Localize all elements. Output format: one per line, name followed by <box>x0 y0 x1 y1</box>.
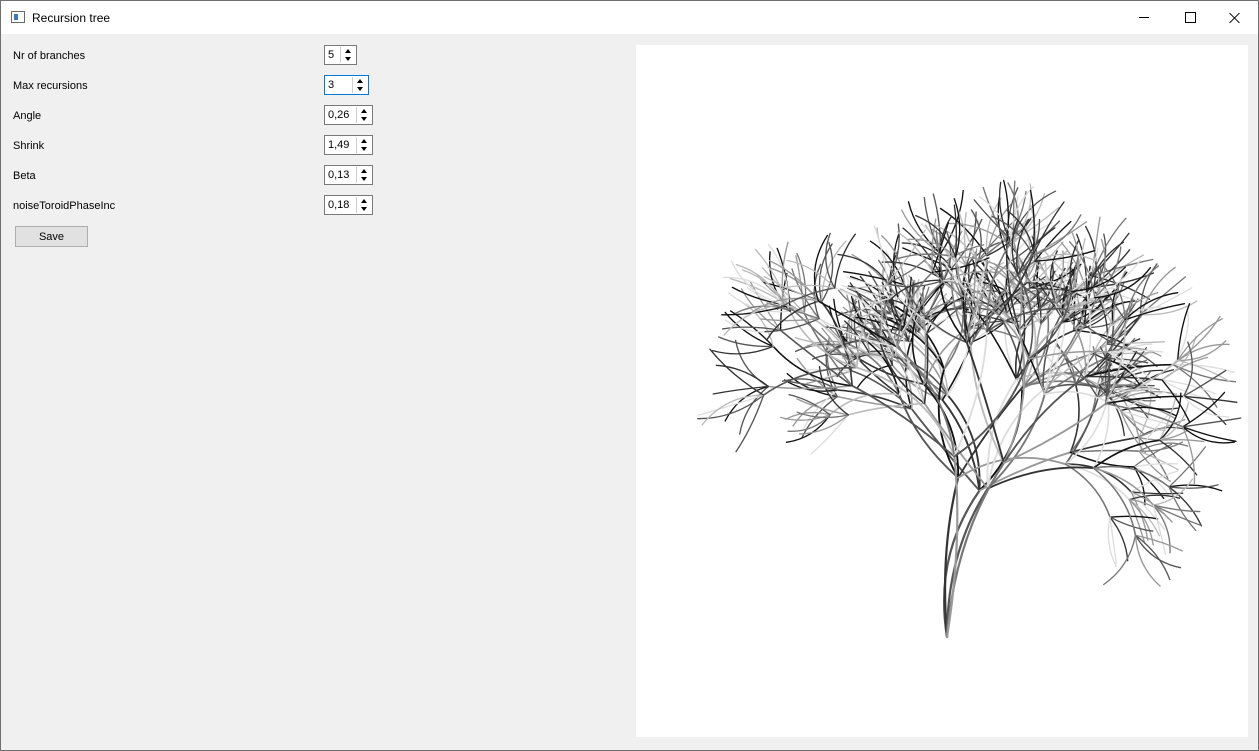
spin-up-button[interactable] <box>357 137 371 145</box>
tree-branch <box>729 278 789 307</box>
tree-branch <box>1138 442 1189 452</box>
arrow-up-icon <box>361 169 367 173</box>
spin-buttons <box>356 197 371 213</box>
spin-up-button[interactable] <box>357 107 371 115</box>
noise-toroid-phase-inc-value[interactable]: 0,18 <box>328 199 349 212</box>
tree-branch <box>810 414 849 455</box>
tree-branch <box>965 341 1005 464</box>
tree-branch <box>739 385 769 435</box>
tree-branch <box>767 384 853 390</box>
label-noise-toroid-phase-inc: noiseToroidPhaseInc <box>13 200 116 212</box>
nr-of-branches-value[interactable]: 5 <box>328 49 334 62</box>
tree-branch <box>1177 318 1223 362</box>
recursion-tree-drawing <box>697 179 1242 639</box>
label-max-recursions: Max recursions <box>13 80 88 92</box>
spin-buttons <box>356 107 371 123</box>
tree-branch <box>820 240 847 303</box>
spin-buttons <box>356 167 371 183</box>
tree-branch <box>715 364 769 388</box>
angle-value[interactable]: 0,26 <box>328 109 349 122</box>
tree-branch <box>1119 409 1166 432</box>
tree-branch <box>760 317 820 322</box>
label-nr-of-branches: Nr of branches <box>13 50 86 62</box>
shrink-spinbox[interactable]: 1,49 <box>324 135 373 155</box>
tree-branch <box>958 210 979 262</box>
angle-spinbox[interactable]: 0,26 <box>324 105 373 125</box>
nr-of-branches-spinbox[interactable]: 5 <box>324 45 357 65</box>
spin-buttons <box>340 47 355 63</box>
tree-branch <box>1105 395 1185 405</box>
tree-branch <box>1032 201 1065 257</box>
arrow-down-icon <box>345 57 351 61</box>
tree-branch <box>1064 463 1111 518</box>
spin-down-button[interactable] <box>341 55 355 63</box>
beta-value[interactable]: 0,13 <box>328 169 349 182</box>
max-recursions-spinbox[interactable]: 3 <box>324 75 369 95</box>
beta-spinbox[interactable]: 0,13 <box>324 165 373 185</box>
close-icon <box>1229 12 1241 24</box>
spin-down-button[interactable] <box>357 145 371 153</box>
tree-branch <box>1158 439 1205 443</box>
arrow-up-icon <box>361 199 367 203</box>
spin-buttons <box>352 77 367 93</box>
tree-branch <box>1177 359 1231 383</box>
minimize-icon <box>1139 17 1149 18</box>
arrow-down-icon <box>361 117 367 121</box>
tree-branch <box>735 394 765 453</box>
label-beta: Beta <box>13 170 36 182</box>
tree-branch <box>1168 446 1207 488</box>
maximize-button[interactable] <box>1167 1 1213 34</box>
tree-branch <box>1134 534 1161 587</box>
main-window: Recursion tree Nr of branches 5 Max recu… <box>0 0 1259 751</box>
arrow-down-icon <box>361 207 367 211</box>
arrow-down-icon <box>361 147 367 151</box>
spin-up-button[interactable] <box>353 77 367 85</box>
arrow-down-icon <box>357 87 363 91</box>
spin-buttons <box>356 137 371 153</box>
title-bar: Recursion tree <box>1 1 1258 34</box>
spin-down-button[interactable] <box>357 175 371 183</box>
close-button[interactable] <box>1212 1 1258 34</box>
label-angle: Angle <box>13 110 42 122</box>
minimize-button[interactable] <box>1121 1 1167 34</box>
shrink-value[interactable]: 1,49 <box>328 139 349 152</box>
spin-down-button[interactable] <box>357 115 371 123</box>
recursion-tree-canvas <box>636 45 1248 737</box>
arrow-up-icon <box>361 109 367 113</box>
spin-up-button[interactable] <box>357 167 371 175</box>
spin-down-button[interactable] <box>353 85 367 93</box>
tree-branch <box>1182 426 1196 486</box>
maximize-icon <box>1184 12 1196 23</box>
window-app-icon <box>11 11 25 23</box>
noise-toroid-phase-inc-spinbox[interactable]: 0,18 <box>324 195 373 215</box>
arrow-up-icon <box>361 139 367 143</box>
spin-up-button[interactable] <box>341 47 355 55</box>
tree-branch <box>1138 450 1179 471</box>
tree-branch <box>1182 417 1242 428</box>
spin-down-button[interactable] <box>357 205 371 213</box>
arrow-down-icon <box>361 177 367 181</box>
arrow-up-icon <box>345 49 351 53</box>
tree-branch <box>712 345 774 355</box>
window-title: Recursion tree <box>32 11 111 25</box>
spin-up-button[interactable] <box>357 197 371 205</box>
tree-branch <box>1109 515 1159 520</box>
tree-branch <box>1063 308 1118 311</box>
arrow-up-icon <box>357 79 363 83</box>
tree-branch <box>1182 426 1237 442</box>
max-recursions-value[interactable]: 3 <box>328 79 334 92</box>
save-button[interactable]: Save <box>15 226 88 247</box>
tree-branch <box>953 204 957 258</box>
label-shrink: Shrink <box>13 140 45 152</box>
tree-branch <box>1139 287 1193 316</box>
